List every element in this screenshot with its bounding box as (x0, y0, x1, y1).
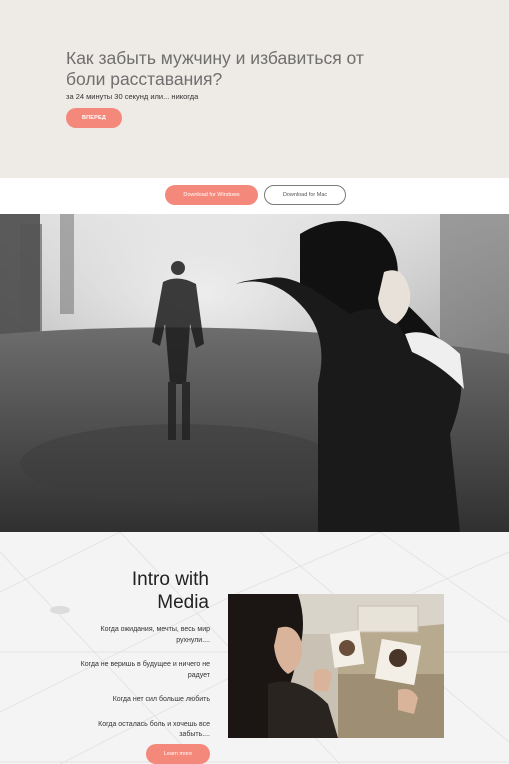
download-strip: Download for Windows Download for Mac (0, 178, 509, 214)
download-mac-button[interactable]: Download for Mac (264, 185, 346, 205)
download-windows-button[interactable]: Download for Windows (165, 185, 258, 205)
intro-section: Intro with Media Когда ожидания, мечты, … (0, 532, 509, 764)
intro-list: Когда ожидания, мечты, весь мир рухнули.… (70, 625, 210, 741)
intro-item: Когда осталась боль и хочешь все забыть.… (98, 720, 210, 739)
hero-section: Как забыть мужчину и избавиться от боли … (0, 0, 509, 178)
learn-more-button[interactable]: Learn more (146, 744, 210, 764)
intro-media-photo (228, 594, 444, 738)
hero-photo (0, 214, 509, 532)
intro-item: Когда не веришь в будущее и ничего не ра… (80, 661, 210, 679)
intro-item: Когда нет сил больше любить (112, 696, 210, 703)
hero-subtitle: за 24 минуты 30 секунд или... никогда (66, 92, 199, 101)
intro-item: Когда ожидания, мечты, весь мир рухнули.… (100, 626, 210, 644)
hero-photo-image (0, 214, 509, 532)
hero-title: Как забыть мужчину и избавиться от боли … (66, 48, 364, 89)
intro-media-image (228, 594, 444, 738)
forward-button[interactable]: ВПЕРЕД (66, 108, 122, 128)
intro-title: Intro with Media (131, 569, 209, 613)
